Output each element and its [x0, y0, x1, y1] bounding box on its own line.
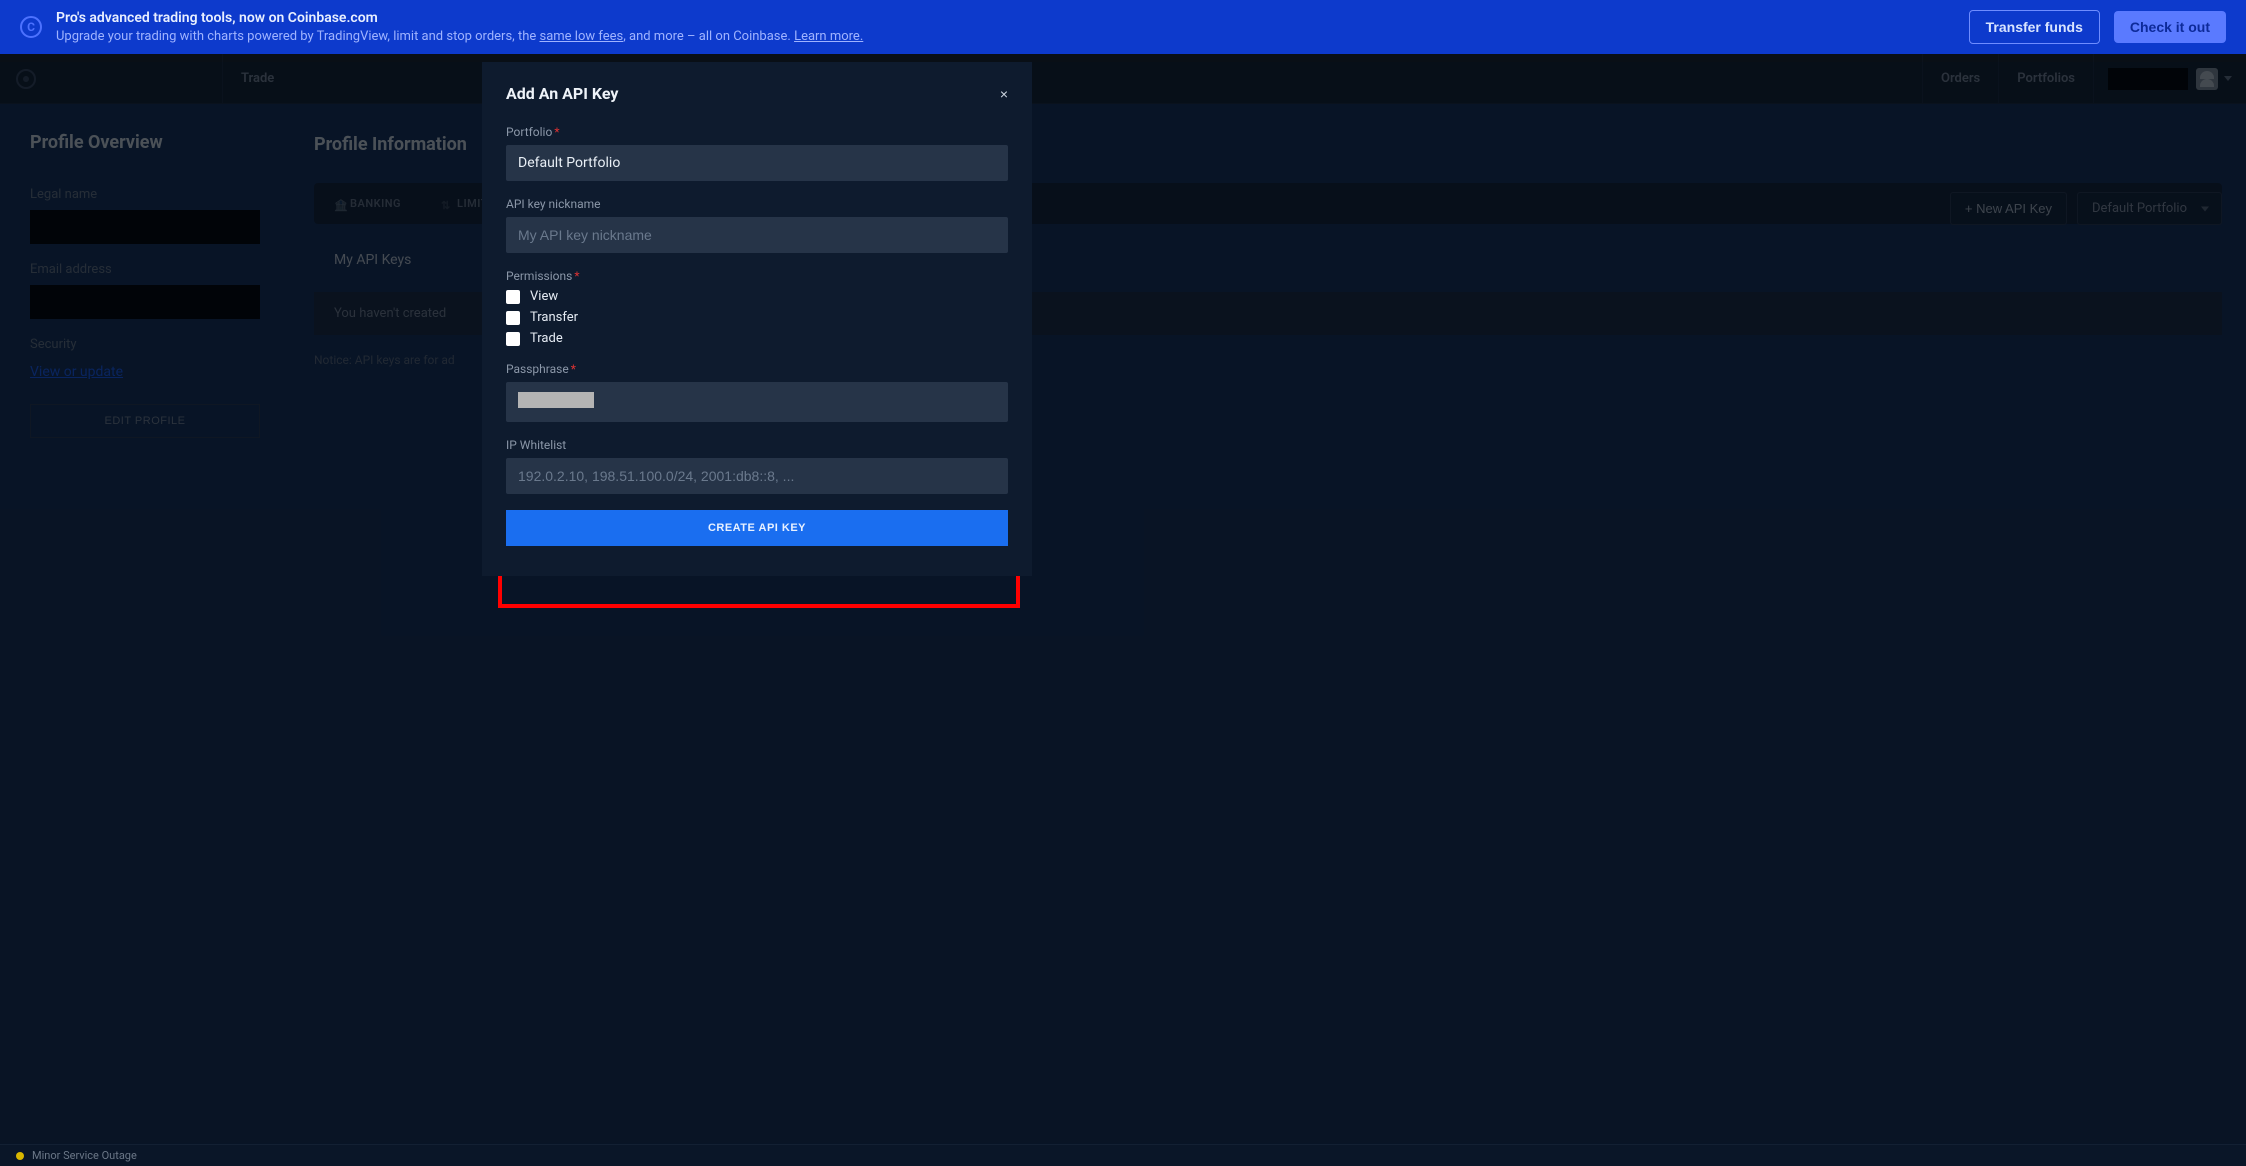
portfolio-field[interactable]: Default Portfolio: [506, 145, 1008, 181]
banner-text: Pro's advanced trading tools, now on Coi…: [56, 10, 1955, 44]
banner-link-fees[interactable]: same low fees: [539, 29, 623, 44]
perm-trade-row[interactable]: Trade: [506, 331, 1008, 346]
status-dot-icon: [16, 1152, 24, 1160]
modal-close-button[interactable]: ×: [1000, 86, 1008, 102]
promo-banner: Pro's advanced trading tools, now on Coi…: [0, 0, 2246, 54]
transfer-funds-button[interactable]: Transfer funds: [1969, 10, 2100, 44]
perm-transfer-checkbox[interactable]: [506, 311, 520, 325]
banner-link-learn[interactable]: Learn more.: [794, 29, 863, 44]
perm-view-label[interactable]: View: [530, 289, 558, 304]
perm-transfer-row[interactable]: Transfer: [506, 310, 1008, 325]
status-bar: Minor Service Outage: [0, 1144, 2246, 1166]
portfolio-field-label: Portfolio*: [506, 125, 1008, 139]
nickname-field-label: API key nickname: [506, 197, 1008, 211]
perm-trade-checkbox[interactable]: [506, 332, 520, 346]
passphrase-input[interactable]: [506, 382, 1008, 422]
create-api-key-button[interactable]: CREATE API KEY: [506, 510, 1008, 546]
modal-title: Add An API Key: [506, 84, 618, 103]
passphrase-redacted: [518, 392, 594, 408]
perm-transfer-label[interactable]: Transfer: [530, 310, 578, 325]
add-api-key-modal: Add An API Key × Portfolio* Default Port…: [482, 62, 1032, 576]
nickname-input[interactable]: [506, 217, 1008, 253]
passphrase-label: Passphrase*: [506, 362, 1008, 376]
permissions-label: Permissions*: [506, 269, 1008, 283]
banner-logo-icon: [20, 16, 42, 38]
banner-title: Pro's advanced trading tools, now on Coi…: [56, 10, 1955, 26]
perm-view-checkbox[interactable]: [506, 290, 520, 304]
status-text: Minor Service Outage: [32, 1149, 137, 1162]
check-it-out-button[interactable]: Check it out: [2114, 11, 2226, 43]
ip-whitelist-label: IP Whitelist: [506, 438, 1008, 452]
perm-trade-label[interactable]: Trade: [530, 331, 563, 346]
banner-subtitle: Upgrade your trading with charts powered…: [56, 29, 1955, 44]
ip-whitelist-input[interactable]: [506, 458, 1008, 494]
perm-view-row[interactable]: View: [506, 289, 1008, 304]
modal-overlay[interactable]: [0, 62, 2246, 1166]
